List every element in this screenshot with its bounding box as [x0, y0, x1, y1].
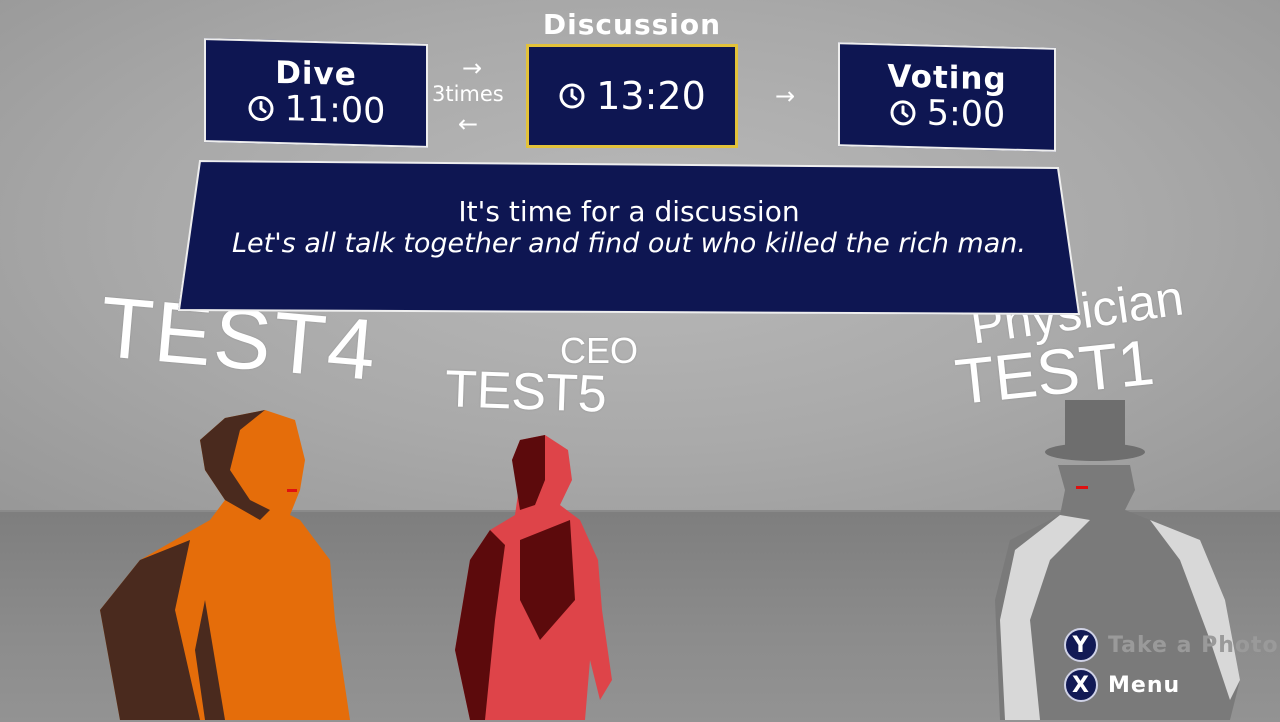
clock-icon: [248, 96, 274, 122]
dive-phase-panel: Dive 11:00: [204, 38, 428, 148]
menu-label: Menu: [1108, 672, 1181, 698]
voting-time: 5:00: [926, 93, 1006, 136]
current-phase-label: Discussion: [542, 8, 722, 41]
clock-icon: [559, 83, 585, 109]
take-photo-hint[interactable]: Y Take a Photo: [1064, 628, 1279, 662]
voting-phase-panel: Voting 5:00: [838, 42, 1056, 152]
clock-icon: [890, 100, 916, 126]
x-button-icon: X: [1064, 668, 1098, 702]
message-line-1: It's time for a discussion: [458, 194, 800, 228]
arrow-right-icon: →: [775, 82, 796, 110]
take-photo-label: Take a Photo: [1108, 632, 1279, 658]
dive-time: 11:00: [284, 89, 386, 132]
character-test5[interactable]: [455, 435, 612, 720]
dive-phase-title: Dive: [275, 54, 357, 94]
discussion-phase-panel: 13:20: [526, 44, 738, 148]
dive-timer: 11:00: [206, 88, 426, 132]
message-panel: It's time for a discussion Let's all tal…: [178, 160, 1080, 315]
name-label-test5: TEST5: [444, 360, 608, 424]
arrow-left-icon: ←: [458, 110, 479, 138]
voting-phase-title: Voting: [887, 58, 1007, 98]
y-button-icon: Y: [1064, 628, 1098, 662]
character-test4[interactable]: [100, 410, 350, 720]
arrow-right-icon: →: [462, 54, 483, 82]
voting-timer: 5:00: [840, 92, 1054, 136]
message-line-2: Let's all talk together and find out who…: [232, 227, 1026, 259]
game-scene: TEST4 CEO TEST5 Physician TEST1 Discussi…: [0, 0, 1280, 722]
menu-hint[interactable]: X Menu: [1064, 668, 1180, 702]
discussion-timer: 13:20: [558, 77, 706, 115]
loop-count-label: 3times: [432, 82, 504, 106]
discussion-time: 13:20: [596, 74, 706, 118]
